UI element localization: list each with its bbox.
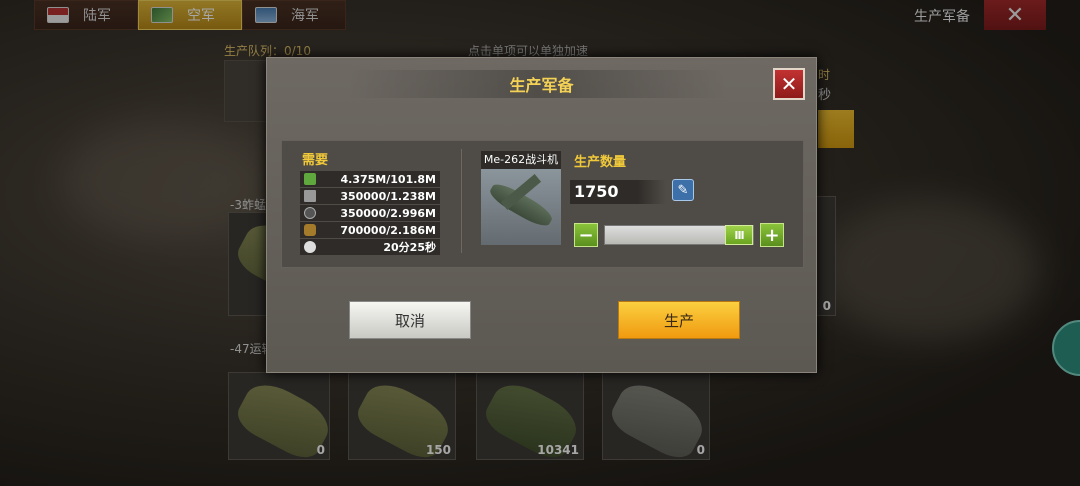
resource-row-cash: 4.375M/101.8M — [300, 171, 440, 187]
resource-row-time: 20分25秒 — [300, 239, 440, 255]
slider-handle[interactable]: III — [725, 225, 753, 245]
resource-row-steel: 350000/1.238M — [300, 188, 440, 204]
plus-icon: + — [764, 224, 780, 246]
panel-divider — [461, 149, 462, 253]
grip-icon: III — [734, 228, 744, 242]
rare-metal-icon — [304, 224, 316, 236]
quantity-field[interactable]: 1750 — [570, 180, 666, 204]
dialog-close-button[interactable]: ✕ — [773, 68, 805, 100]
edit-icon: ✎ — [677, 182, 689, 198]
quantity-slider[interactable]: III — [604, 225, 754, 245]
resource-row-rare-metal: 700000/2.186M — [300, 222, 440, 238]
minus-icon: − — [578, 224, 594, 246]
requirements-label: 需要 — [302, 153, 329, 168]
quantity-label: 生产数量 — [574, 155, 627, 170]
produce-dialog: 生产军备 ✕ 需要 4.375M/101.8M 350000/1.238M 35… — [266, 57, 817, 373]
edit-quantity-button[interactable]: ✎ — [672, 179, 694, 201]
decrease-button[interactable]: − — [574, 223, 598, 247]
unit-name: Me-262战斗机 — [481, 151, 561, 169]
cash-icon — [304, 173, 316, 185]
produce-button[interactable]: 生产 — [618, 301, 740, 339]
resource-value: 700000/2.186M — [340, 223, 436, 237]
resource-value: 20分25秒 — [383, 241, 436, 254]
steel-icon — [304, 190, 316, 202]
dialog-title: 生产军备 — [509, 76, 574, 95]
resource-list: 4.375M/101.8M 350000/1.238M 350000/2.996… — [300, 171, 440, 256]
resource-value: 350000/1.238M — [340, 189, 436, 203]
increase-button[interactable]: + — [760, 223, 784, 247]
resource-value: 4.375M/101.8M — [340, 172, 437, 186]
production-panel: 需要 4.375M/101.8M 350000/1.238M 350000/2.… — [281, 140, 804, 268]
clock-icon — [304, 241, 316, 253]
resource-row-oil: 350000/2.996M — [300, 205, 440, 221]
unit-image — [481, 169, 561, 245]
cancel-button[interactable]: 取消 — [349, 301, 471, 339]
resource-value: 350000/2.996M — [340, 206, 436, 220]
close-icon: ✕ — [780, 72, 798, 96]
oil-icon — [304, 207, 316, 219]
